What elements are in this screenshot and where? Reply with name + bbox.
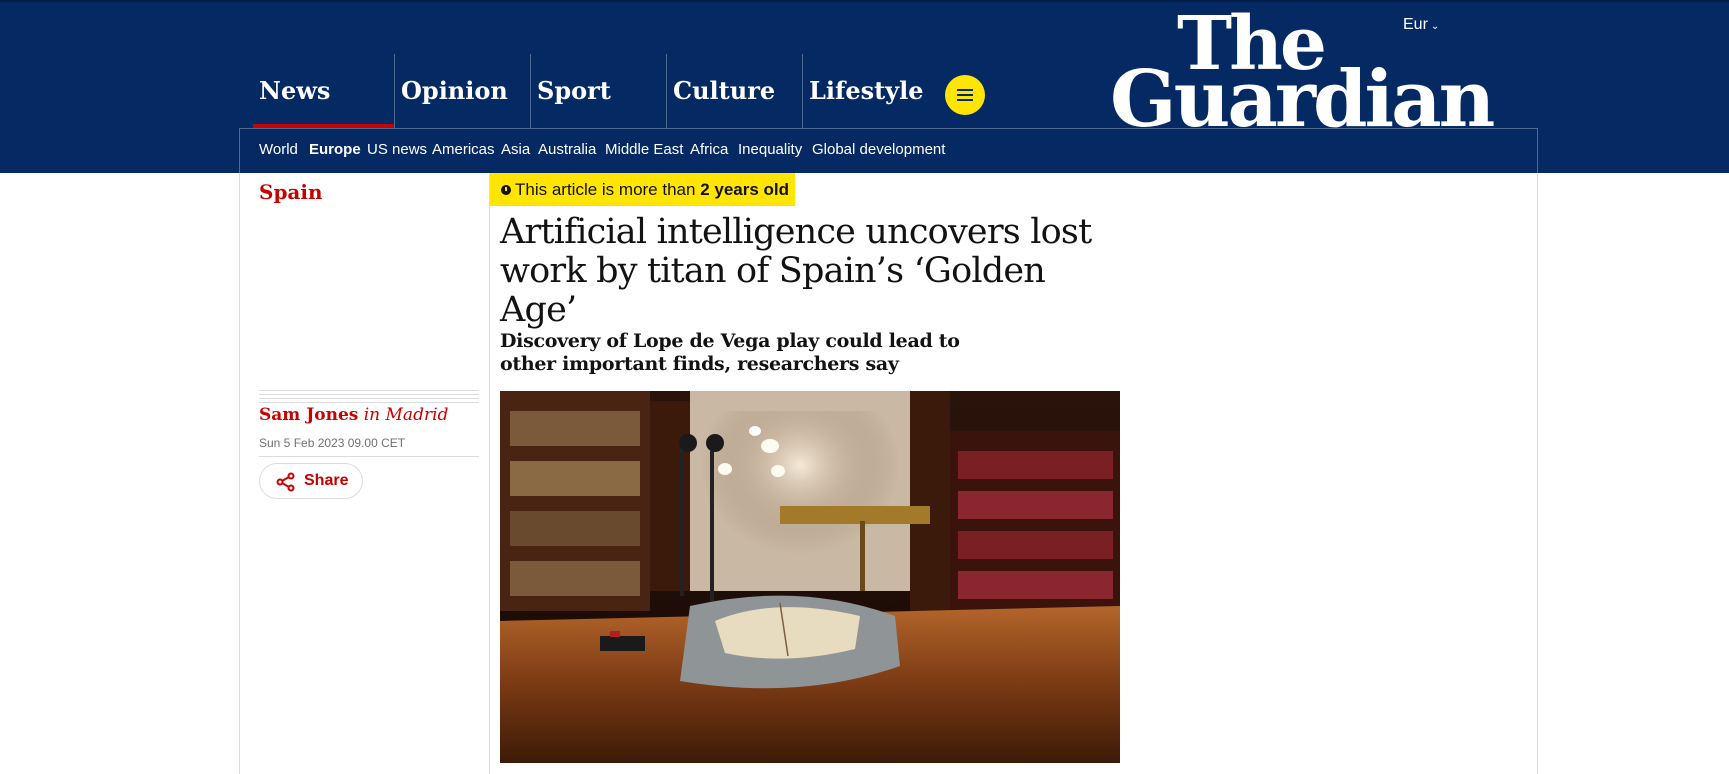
library-photo (500, 391, 1120, 763)
article-age-warning: This article is more than 2 years old (490, 173, 795, 206)
subnav-item-middle-east[interactable]: Middle East (605, 141, 683, 158)
pillar-lifestyle[interactable]: Lifestyle (802, 54, 933, 128)
subnav-item-us-news[interactable]: US news (367, 141, 427, 158)
meta-divider (259, 456, 479, 457)
page-frame-column (489, 173, 490, 774)
divider-line (259, 402, 479, 403)
subnav-item-europe[interactable]: Europe (309, 141, 361, 158)
header-top-border (0, 0, 1729, 2)
subnav-item-americas[interactable]: Americas (432, 141, 495, 158)
hamburger-icon[interactable] (945, 75, 985, 115)
pillar-opinion[interactable]: Opinion (394, 54, 531, 128)
edition-picker[interactable]: Eur ⌄ (1403, 16, 1439, 34)
byline: Sam Jones in Madrid (259, 405, 448, 425)
subnav-item-global-development[interactable]: Global development (812, 141, 945, 158)
menu-bar (957, 99, 973, 101)
author-location: in Madrid (363, 405, 449, 425)
article-headline: Artificial intelligence uncovers lost wo… (500, 212, 1092, 330)
divider-line (259, 394, 479, 395)
pillar-culture[interactable]: Culture (666, 54, 803, 128)
subnav-item-asia[interactable]: Asia (501, 141, 530, 158)
meta-divider-lines (259, 390, 479, 404)
publish-date: Sun 5 Feb 2023 09.00 CET (259, 436, 406, 450)
author-name[interactable]: Sam Jones (259, 405, 358, 425)
section-tag[interactable]: Spain (259, 180, 323, 204)
edition-label: Eur (1403, 16, 1428, 33)
share-button[interactable]: Share (259, 463, 363, 499)
subnav-item-australia[interactable]: Australia (538, 141, 596, 158)
chevron-down-icon: ⌄ (1430, 21, 1440, 32)
share-icon (276, 472, 295, 492)
menu-bar (957, 94, 973, 96)
page-frame-right (1537, 173, 1538, 774)
subnav-item-world[interactable]: World (259, 141, 298, 158)
pillar-news-label: News (259, 76, 331, 105)
age-warning-text: This article is more than 2 years old (515, 180, 789, 200)
section-subnav: World Europe US news Americas Asia Austr… (239, 128, 1538, 173)
pillar-opinion-label: Opinion (401, 76, 508, 105)
pillar-sport[interactable]: Sport (530, 54, 667, 128)
page-frame-left (239, 173, 240, 774)
pillar-lifestyle-label: Lifestyle (809, 76, 924, 105)
share-label: Share (304, 472, 349, 489)
logo-line-2: Guardian (1110, 54, 1495, 145)
hero-image[interactable] (500, 391, 1120, 763)
pillar-culture-label: Culture (673, 76, 776, 105)
divider-line (259, 398, 479, 399)
menu-bar (957, 89, 973, 91)
article-standfirst: Discovery of Lope de Vega play could lea… (500, 330, 960, 375)
subnav-item-inequality[interactable]: Inequality (738, 141, 802, 158)
subnav-item-africa[interactable]: Africa (690, 141, 728, 158)
pillar-news[interactable]: News (253, 54, 394, 128)
age-warning-bold: 2 years old (700, 180, 790, 199)
pillar-sport-label: Sport (537, 76, 611, 105)
divider-line (259, 390, 479, 391)
age-warning-prefix: This article is more than (515, 180, 701, 199)
site-header: Eur ⌄ The Guardian News Opinion Sport Cul… (0, 0, 1729, 173)
clock-icon (501, 185, 511, 195)
